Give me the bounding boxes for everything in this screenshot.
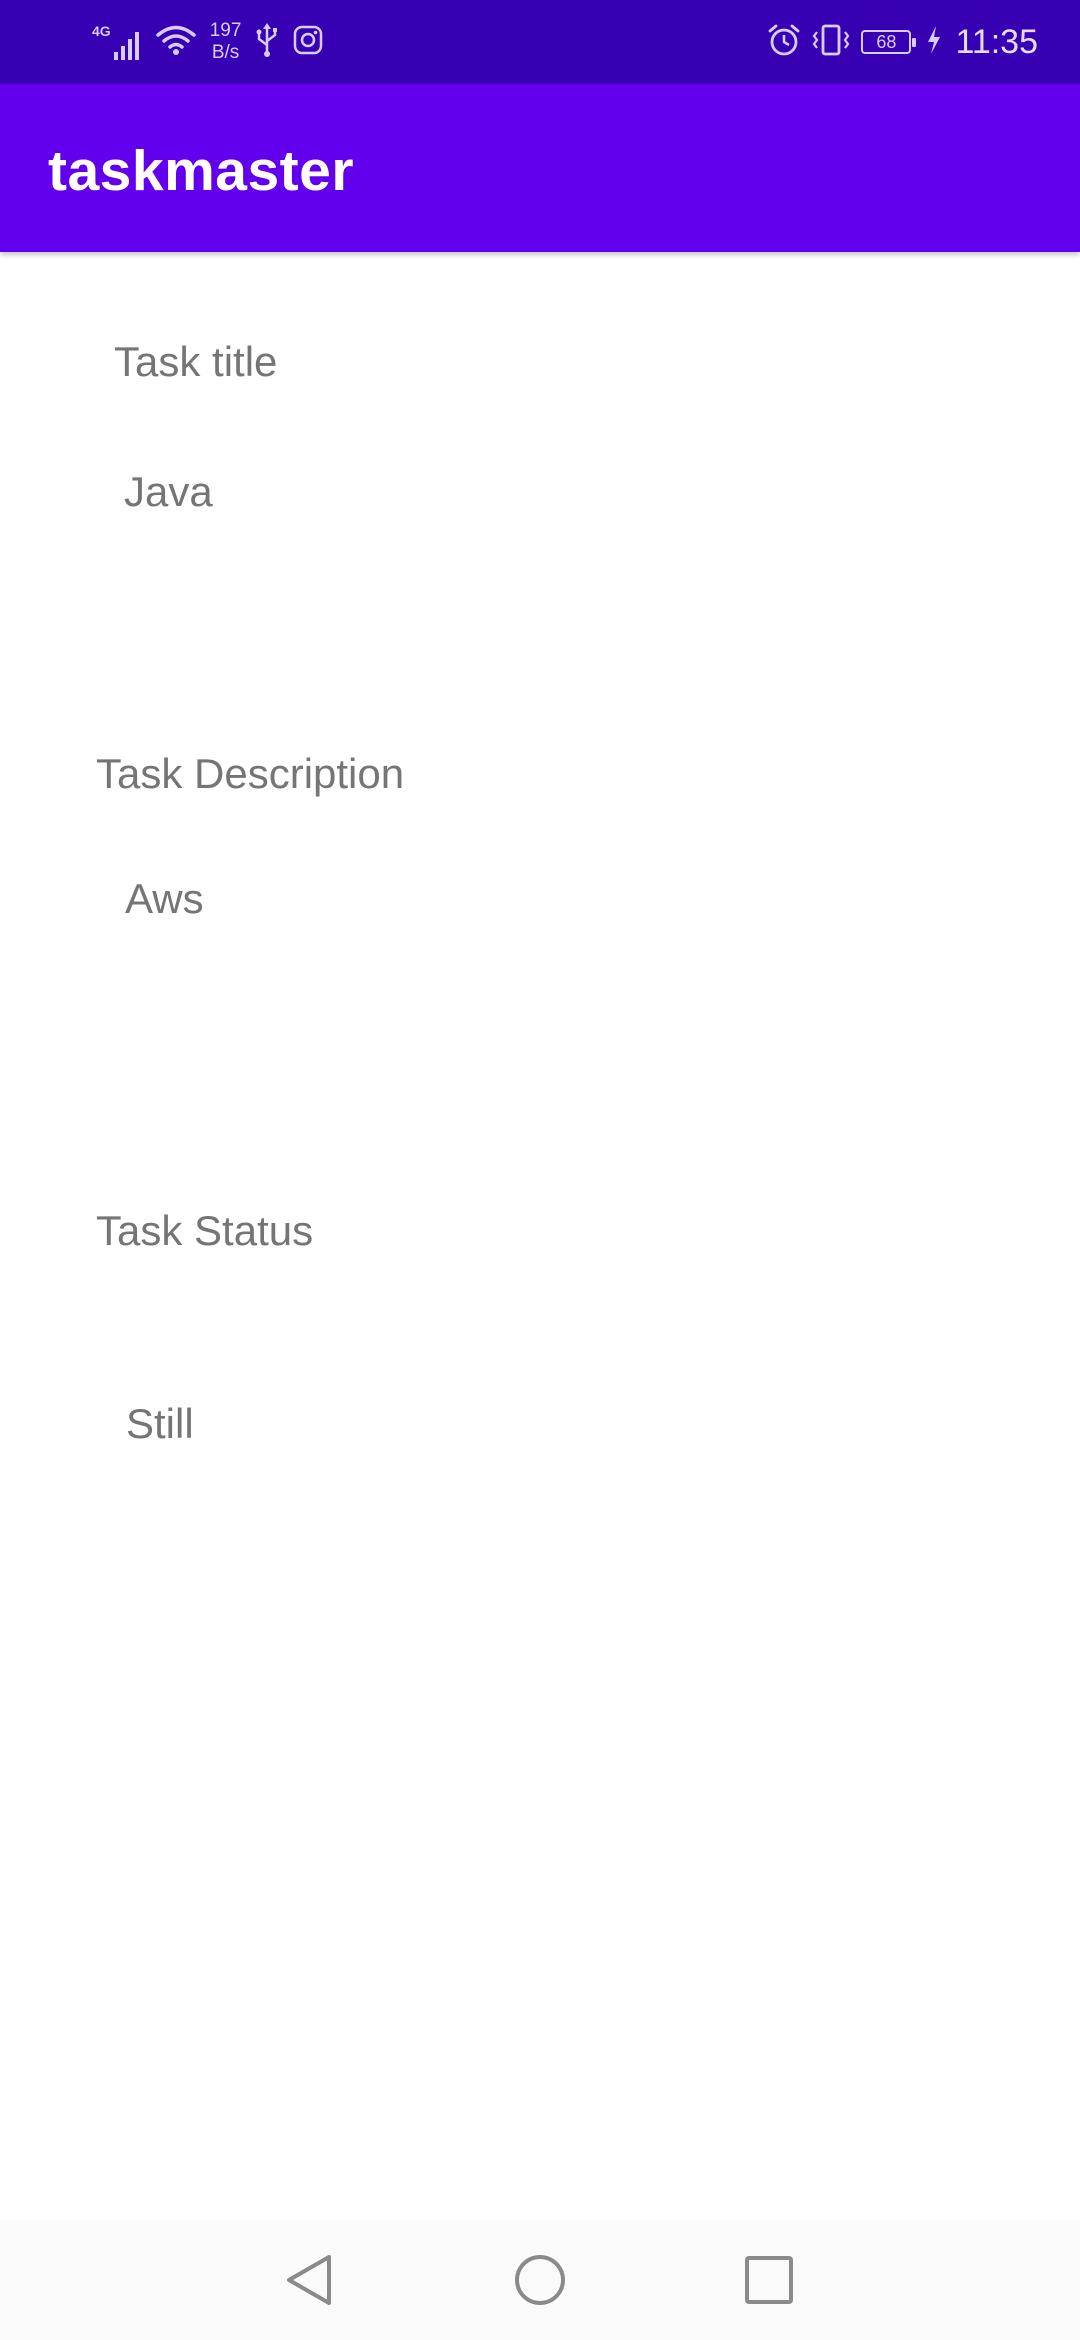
- status-bar-right: 68 11:35: [767, 16, 1038, 68]
- task-status-label: Task Status: [96, 1207, 314, 1254]
- status-bar-left: 4G 197 B/s: [92, 18, 323, 66]
- signal-icon: 4G: [92, 24, 142, 60]
- back-button[interactable]: [269, 2240, 349, 2320]
- task-detail-screen: 4G 197 B/s 68 11:35 taskmaster Task titl…: [0, 0, 1080, 2340]
- recents-icon: [745, 2256, 793, 2304]
- task-title-label: Task title: [114, 338, 278, 385]
- battery-icon: 68: [861, 30, 917, 54]
- network-speed-unit: B/s: [211, 42, 240, 63]
- instagram-icon: [293, 25, 323, 60]
- network-speed: 197 B/s: [210, 20, 242, 64]
- task-description-value: Aws: [125, 875, 204, 922]
- status-bar: 4G 197 B/s 68 11:35: [0, 0, 1080, 84]
- usb-icon: [255, 22, 279, 62]
- status-time: 11:35: [955, 22, 1038, 61]
- app-title: taskmaster: [48, 139, 355, 203]
- back-icon: [287, 2255, 331, 2305]
- alarm-icon: [767, 23, 801, 62]
- recents-button[interactable]: [729, 2240, 809, 2320]
- vibrate-icon: [811, 23, 851, 62]
- home-icon: [515, 2255, 565, 2305]
- app-bar: taskmaster: [0, 84, 1080, 252]
- task-status-value: Still: [126, 1400, 194, 1447]
- home-button[interactable]: [500, 2240, 580, 2320]
- task-title-value: Java: [124, 468, 213, 515]
- navigation-bar: [0, 2220, 1080, 2340]
- task-description-label: Task Description: [96, 750, 405, 797]
- charging-icon: [927, 25, 941, 59]
- network-type-label: 4G: [92, 23, 111, 39]
- network-speed-value: 197: [209, 20, 242, 41]
- wifi-icon: [155, 24, 196, 61]
- battery-level: 68: [876, 32, 897, 52]
